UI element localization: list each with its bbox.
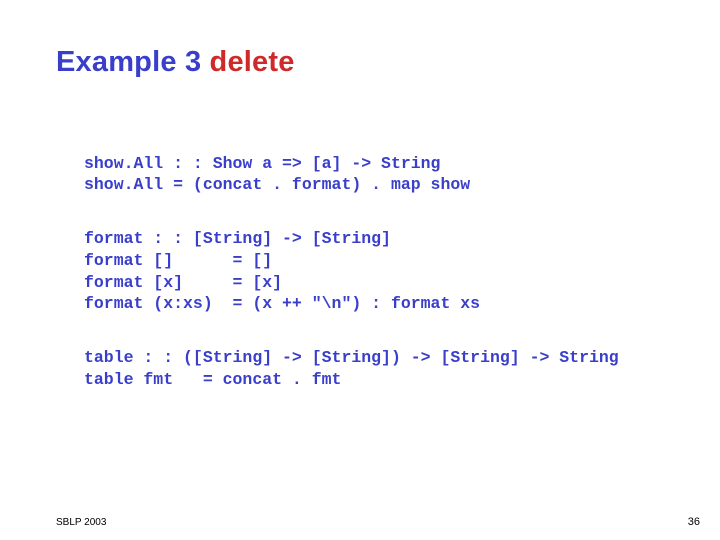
title-secondary: delete <box>210 46 295 78</box>
code-block: show.All : : Show a => [a] -> String sho… <box>56 109 664 434</box>
footer-conference: SBLP 2003 <box>56 517 106 528</box>
code-group-2: format : : [String] -> [String] format [… <box>84 228 664 315</box>
code-line: show.All = (concat . format) . map show <box>84 175 470 194</box>
code-line: format [x] = [x] <box>84 273 282 292</box>
slide-title: Example 3 delete <box>56 46 664 79</box>
code-line: table fmt = concat . fmt <box>84 370 341 389</box>
code-group-3: table : : ([String] -> [String]) -> [Str… <box>84 347 664 391</box>
footer-page-number: 36 <box>688 516 700 528</box>
code-line: format (x:xs) = (x ++ "\n") : format xs <box>84 294 480 313</box>
code-line: format : : [String] -> [String] <box>84 229 391 248</box>
code-line: table : : ([String] -> [String]) -> [Str… <box>84 348 619 367</box>
slide: Example 3 delete show.All : : Show a => … <box>0 0 720 540</box>
title-primary: Example 3 <box>56 46 201 78</box>
code-line: format [] = [] <box>84 251 272 270</box>
code-group-1: show.All : : Show a => [a] -> String sho… <box>84 153 664 197</box>
code-line: show.All : : Show a => [a] -> String <box>84 154 440 173</box>
footer: SBLP 2003 36 <box>56 516 700 528</box>
